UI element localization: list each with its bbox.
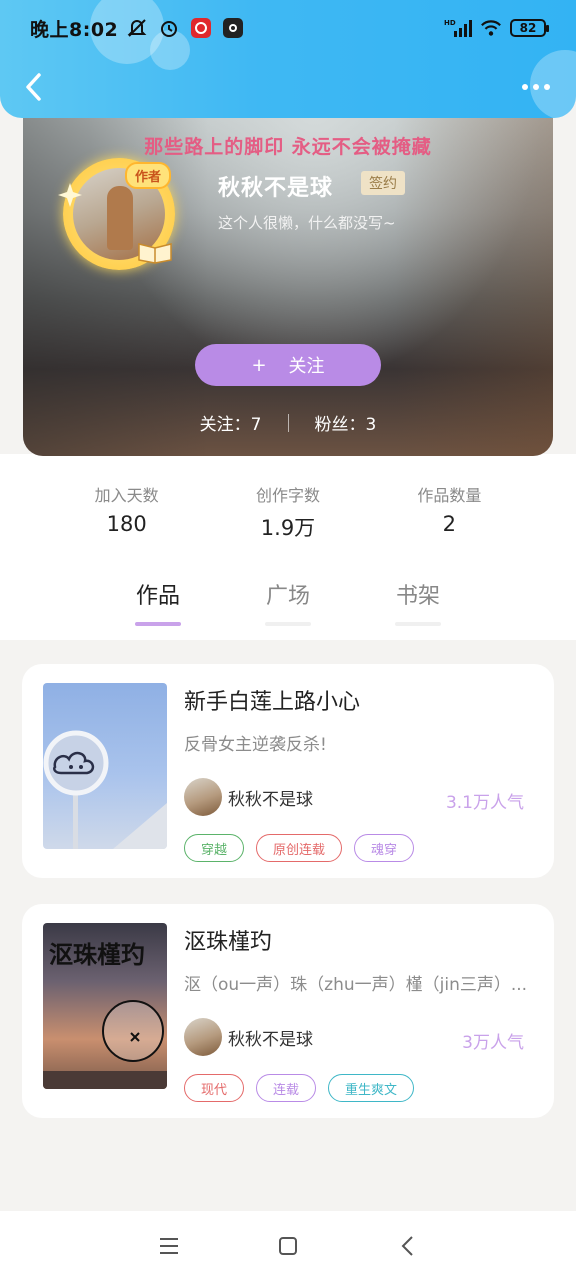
book-tags: 穿越 原创连载 魂穿 <box>184 834 415 862</box>
book-cover[interactable] <box>43 683 167 849</box>
profile-hero: 那些路上的脚印 永远不会被掩藏 作者 秋秋不是球 签约 这个人很懒，什么都没写~… <box>23 108 553 456</box>
back-button[interactable] <box>18 70 48 104</box>
system-back-button[interactable] <box>387 1226 427 1266</box>
divider <box>287 413 289 432</box>
svg-text:HD: HD <box>444 19 456 27</box>
tab-bookshelf[interactable]: 书架 <box>378 578 458 626</box>
book-author[interactable]: 秋秋不是球 <box>184 1018 313 1056</box>
avatar <box>184 778 222 816</box>
following-count[interactable]: 关注：7 <box>200 410 262 435</box>
follow-stats: 关注：7 粉丝：3 <box>23 410 553 435</box>
book-card[interactable]: 沤珠槿玓 沤珠槿玓 沤（ou一声）珠（zhu一声）槿（jin三声）... 秋秋不… <box>22 904 554 1118</box>
book-author[interactable]: 秋秋不是球 <box>184 778 313 816</box>
follow-button[interactable]: + 关注 <box>195 344 381 386</box>
book-tag[interactable]: 连载 <box>256 1074 317 1102</box>
profile-slogan: 那些路上的脚印 永远不会被掩藏 <box>144 136 432 158</box>
tab-square[interactable]: 广场 <box>248 578 328 626</box>
tab-label: 广场 <box>265 584 310 609</box>
alarm-icon <box>158 17 180 39</box>
book-popularity: 3.1万人气 <box>445 793 524 813</box>
book-tag[interactable]: 原创连载 <box>256 834 343 862</box>
system-nav-bar <box>0 1211 576 1280</box>
tab-label: 作品 <box>135 584 180 609</box>
author-name: 秋秋不是球 <box>218 176 334 201</box>
hd-signal-icon: HD <box>444 17 472 39</box>
book-title[interactable]: 新手白莲上路小心 <box>184 684 360 716</box>
book-author-name: 秋秋不是球 <box>228 1029 313 1050</box>
book-tags: 现代 连载 重生爽文 <box>184 1074 415 1102</box>
battery-icon: 82 <box>510 19 549 37</box>
status-time: 晚上8:02 <box>30 18 119 41</box>
tab-indicator <box>395 622 441 626</box>
tab-label: 书架 <box>395 584 440 609</box>
author-bio: 这个人很懒，什么都没写~ <box>218 214 396 232</box>
stats-card: 加入天数 180 创作字数 1.9万 作品数量 2 <box>46 444 530 566</box>
menu-button[interactable] <box>149 1226 189 1266</box>
back-triangle-icon <box>401 1235 413 1256</box>
book-popularity: 3万人气 <box>462 1033 524 1053</box>
book-icon <box>138 243 172 264</box>
book-tag[interactable]: 重生爽文 <box>328 1074 415 1102</box>
book-title[interactable]: 沤珠槿玓 <box>184 924 272 956</box>
tab-works[interactable]: 作品 <box>118 578 198 626</box>
book-card[interactable]: 新手白莲上路小心 反骨女主逆袭反杀! 秋秋不是球 3.1万人气 穿越 原创连载 … <box>22 664 554 878</box>
chevron-left-icon <box>26 73 41 101</box>
avatar <box>184 1018 222 1056</box>
stat-label: 加入天数 <box>94 486 159 505</box>
book-desc: 沤（ou一声）珠（zhu一声）槿（jin三声）... <box>184 975 528 995</box>
content-tabs: 作品 广场 书架 <box>0 578 576 634</box>
follow-label: 关注 <box>288 356 325 377</box>
stat-works-count: 作品数量 2 <box>369 482 530 566</box>
plus-icon: + <box>251 354 267 376</box>
star-icon <box>58 183 82 207</box>
stat-label: 创作字数 <box>255 486 320 505</box>
menu-icon <box>160 1237 179 1254</box>
author-tag: 作者 <box>125 162 172 189</box>
avatar-figure <box>107 186 133 250</box>
stat-value: 180 <box>106 512 147 536</box>
camera-app-icon <box>222 17 244 39</box>
tab-indicator <box>135 622 181 626</box>
home-square-icon <box>278 1236 297 1255</box>
more-button[interactable] <box>520 72 552 102</box>
tab-indicator <box>265 622 311 626</box>
netease-music-icon <box>190 17 212 39</box>
signed-badge: 签约 <box>361 171 405 195</box>
mute-icon <box>126 17 148 39</box>
book-tag[interactable]: 穿越 <box>184 834 245 862</box>
cover-illustration <box>43 730 167 849</box>
stat-label: 作品数量 <box>417 486 482 505</box>
more-dot <box>533 84 539 90</box>
more-dots-icon <box>522 84 528 90</box>
home-button[interactable] <box>268 1226 308 1266</box>
wifi-icon <box>480 17 502 39</box>
more-dot <box>544 84 550 90</box>
book-desc: 反骨女主逆袭反杀! <box>184 735 327 755</box>
book-tag[interactable]: 现代 <box>184 1074 245 1102</box>
stat-value: 1.9万 <box>260 516 316 540</box>
book-cover[interactable]: 沤珠槿玓 <box>43 923 167 1089</box>
stat-word-count: 创作字数 1.9万 <box>207 482 368 566</box>
stat-join-days: 加入天数 180 <box>46 482 207 566</box>
book-tag[interactable]: 魂穿 <box>354 834 415 862</box>
book-author-name: 秋秋不是球 <box>228 789 313 810</box>
author-avatar[interactable]: 作者 <box>58 158 175 270</box>
nav-row <box>0 62 576 112</box>
status-bar: 晚上8:02 HD 82 <box>0 0 576 56</box>
stat-value: 2 <box>442 512 456 536</box>
followers-count[interactable]: 粉丝：3 <box>315 410 377 435</box>
cover-illustration <box>43 1000 167 1089</box>
